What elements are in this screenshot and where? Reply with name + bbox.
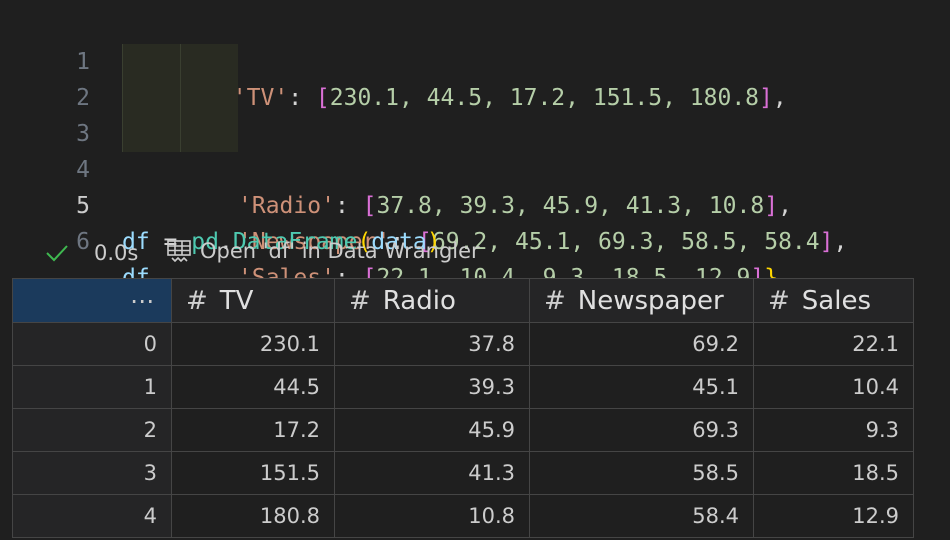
row-index: 4 — [12, 494, 172, 538]
code-line-4[interactable]: 4 'Sales': [22.1, 10.4, 9.3, 18.5, 12.9]… — [0, 116, 950, 291]
indent-guide — [122, 116, 180, 152]
row-index: 0 — [12, 322, 172, 366]
numeric-type-icon: # — [544, 285, 566, 316]
table-cell: 12.9 — [753, 494, 914, 538]
dataframe-output: ⋯ # TV # Radio # Newspaper # Sales 0 230.1 3… — [12, 278, 950, 540]
table-cell: 151.5 — [171, 451, 335, 495]
column-header-label: Radio — [382, 285, 456, 316]
code-line-2[interactable]: 2 'Radio': [37.8, 39.3, 45.9, 41.3, 10.8… — [0, 44, 950, 219]
table-cell: 44.5 — [171, 365, 335, 409]
table-header-row: ⋯ # TV # Radio # Newspaper # Sales — [12, 278, 914, 323]
data-wrangler-label: Open 'df' in Data Wrangler — [200, 239, 480, 263]
table-cell: 37.8 — [334, 322, 530, 366]
indent-guide — [122, 44, 180, 80]
indent-guide — [180, 44, 238, 80]
table-row: 3 151.5 41.3 58.5 18.5 — [12, 451, 914, 495]
table-cell: 17.2 — [171, 408, 335, 452]
table-row: 2 17.2 45.9 69.3 9.3 — [12, 408, 914, 452]
indent-guide — [122, 80, 180, 116]
column-header-tv[interactable]: # TV — [171, 278, 335, 323]
indent-guide — [180, 80, 238, 116]
numeric-type-icon: # — [768, 285, 790, 316]
column-header-sales[interactable]: # Sales — [753, 278, 914, 323]
column-header-label: Sales — [801, 285, 871, 316]
table-cell: 180.8 — [171, 494, 335, 538]
table-cell: 39.3 — [334, 365, 530, 409]
table-cell: 58.5 — [529, 451, 754, 495]
data-wrangler-icon — [167, 240, 191, 263]
table-cell: 9.3 — [753, 408, 914, 452]
table-row: 0 230.1 37.8 69.2 22.1 — [12, 322, 914, 366]
code-line-5[interactable]: 5 df = pd.DataFrame(data) — [0, 152, 950, 255]
execution-time: 0.0s — [94, 241, 139, 265]
table-cell: 45.9 — [334, 408, 530, 452]
table-cell: 10.8 — [334, 494, 530, 538]
numeric-type-icon: # — [349, 285, 371, 316]
table-cell: 18.5 — [753, 451, 914, 495]
column-header-label: TV — [219, 285, 254, 316]
code-line-6[interactable]: 6 df — [0, 188, 950, 291]
table-cell: 45.1 — [529, 365, 754, 409]
row-index: 2 — [12, 408, 172, 452]
table-row: 1 44.5 39.3 45.1 10.4 — [12, 365, 914, 409]
table-row: 4 180.8 10.8 58.4 12.9 — [12, 494, 914, 538]
table-cell: 10.4 — [753, 365, 914, 409]
cell-status-bar: 0.0s Open 'df' in Data Wrangler — [0, 236, 950, 272]
column-header-newspaper[interactable]: # Newspaper — [529, 278, 754, 323]
code-line-1[interactable]: 1 data = {'TV': [230.1, 44.5, 17.2, 151.… — [0, 8, 950, 111]
table-cell: 69.3 — [529, 408, 754, 452]
code-editor[interactable]: 1 data = {'TV': [230.1, 44.5, 17.2, 151.… — [0, 8, 950, 291]
open-data-wrangler-link[interactable]: Open 'df' in Data Wrangler — [166, 238, 480, 264]
row-index: 1 — [12, 365, 172, 409]
success-check-icon — [46, 245, 68, 262]
code-line-3[interactable]: 3 'Newspaper': [69.2, 45.1, 69.3, 58.5, … — [0, 80, 950, 255]
row-index: 3 — [12, 451, 172, 495]
table-cell: 41.3 — [334, 451, 530, 495]
indent-guide — [180, 116, 238, 152]
dataframe-table: ⋯ # TV # Radio # Newspaper # Sales 0 230.1 3… — [12, 278, 914, 538]
numeric-type-icon: # — [186, 285, 208, 316]
table-cell: 230.1 — [171, 322, 335, 366]
column-header-radio[interactable]: # Radio — [334, 278, 530, 323]
column-options-button[interactable]: ⋯ — [12, 278, 172, 323]
column-header-label: Newspaper — [577, 285, 724, 316]
table-cell: 58.4 — [529, 494, 754, 538]
table-cell: 22.1 — [753, 322, 914, 366]
table-cell: 69.2 — [529, 322, 754, 366]
